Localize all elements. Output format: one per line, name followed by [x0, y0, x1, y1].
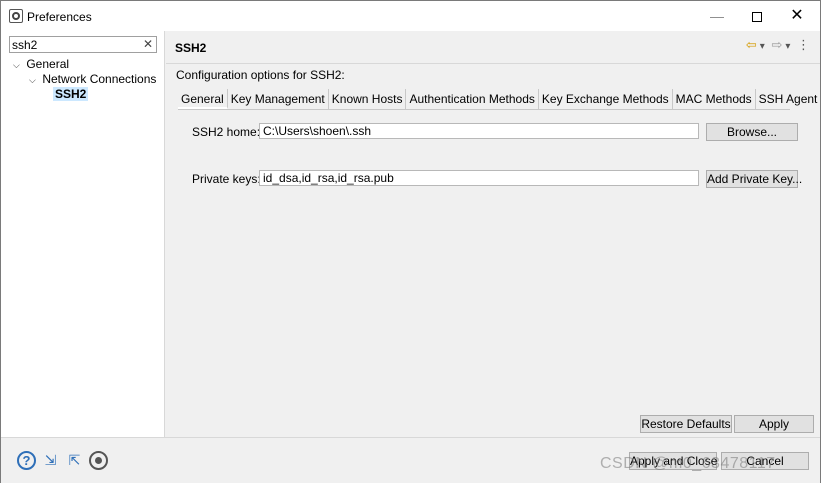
tab-authentication-methods[interactable]: Authentication Methods — [406, 89, 539, 109]
browse-button[interactable]: Browse... — [706, 123, 798, 141]
clear-filter-icon[interactable]: ✕ — [143, 37, 153, 52]
filter-field: ✕ — [9, 36, 157, 53]
export-icon[interactable]: ⇱ — [65, 451, 84, 470]
maximize-button[interactable] — [737, 1, 777, 31]
tab-ssh-agent[interactable]: SSH Agent — [756, 89, 821, 109]
title-bar: Preferences — ✕ — [1, 1, 820, 31]
page-description: Configuration options for SSH2: — [176, 68, 345, 82]
import-icon[interactable]: ⇲ — [41, 451, 60, 470]
page-navigation: ⇦ ▾ ⇨ ▾ ⋮ — [743, 37, 810, 53]
view-menu-icon[interactable]: ⋮ — [797, 37, 810, 53]
tree-item-label: General — [26, 57, 70, 71]
ssh2-home-field[interactable]: C:\Users\shoen\.ssh — [259, 123, 699, 139]
page-title: SSH2 — [175, 41, 207, 55]
forward-arrow-icon[interactable]: ⇨ — [771, 37, 782, 53]
maximize-icon — [752, 12, 762, 23]
filter-input[interactable] — [10, 37, 140, 52]
add-private-key-button[interactable]: Add Private Key... — [706, 170, 802, 188]
tree-item-network-connections[interactable]: ⌵ Network Connections — [29, 72, 156, 87]
tree-item-label: SSH2 — [53, 87, 89, 101]
window-title: Preferences — [27, 10, 92, 24]
chevron-down-icon[interactable]: ⌵ — [13, 58, 23, 73]
chevron-down-icon[interactable]: ⌵ — [29, 73, 39, 88]
close-button[interactable]: ✕ — [777, 1, 817, 31]
apply-button[interactable]: Apply — [734, 415, 814, 433]
ssh2-home-label: SSH2 home: — [192, 125, 261, 139]
tree-item-ssh2[interactable]: SSH2 — [53, 87, 89, 102]
private-keys-label: Private keys: — [192, 172, 261, 186]
tab-divider — [178, 109, 790, 110]
tree-item-label: Network Connections — [42, 72, 157, 86]
record-icon[interactable] — [89, 451, 108, 470]
preferences-sidebar: ✕ ⌵ General ⌵ Network Connections SSH2 — [1, 31, 165, 437]
tab-mac-methods[interactable]: MAC Methods — [673, 89, 756, 109]
tab-known-hosts[interactable]: Known Hosts — [329, 89, 407, 109]
minimize-button[interactable]: — — [697, 1, 737, 31]
forward-dropdown-icon[interactable]: ▾ — [785, 41, 790, 52]
preferences-window: Preferences — ✕ ✕ ⌵ General ⌵ Network Co… — [0, 0, 821, 483]
eclipse-app-icon — [9, 9, 23, 23]
tab-general[interactable]: General — [178, 89, 228, 109]
watermark-text: CSDN @m0_63478117 — [600, 455, 776, 472]
tab-bar: General Key Management Known Hosts Authenti… — [178, 89, 820, 109]
tab-key-management[interactable]: Key Management — [228, 89, 329, 109]
tree-item-general[interactable]: ⌵ General — [13, 57, 69, 72]
preference-page: SSH2 ⇦ ▾ ⇨ ▾ ⋮ Configuration options for S… — [166, 31, 820, 437]
private-keys-field[interactable]: id_dsa,id_rsa,id_rsa.pub — [259, 170, 699, 186]
header-divider — [166, 63, 820, 64]
tab-key-exchange-methods[interactable]: Key Exchange Methods — [539, 89, 673, 109]
restore-defaults-button[interactable]: Restore Defaults — [640, 415, 732, 433]
back-arrow-icon[interactable]: ⇦ — [746, 37, 757, 53]
help-icon[interactable]: ? — [17, 451, 36, 470]
back-dropdown-icon[interactable]: ▾ — [760, 41, 765, 52]
